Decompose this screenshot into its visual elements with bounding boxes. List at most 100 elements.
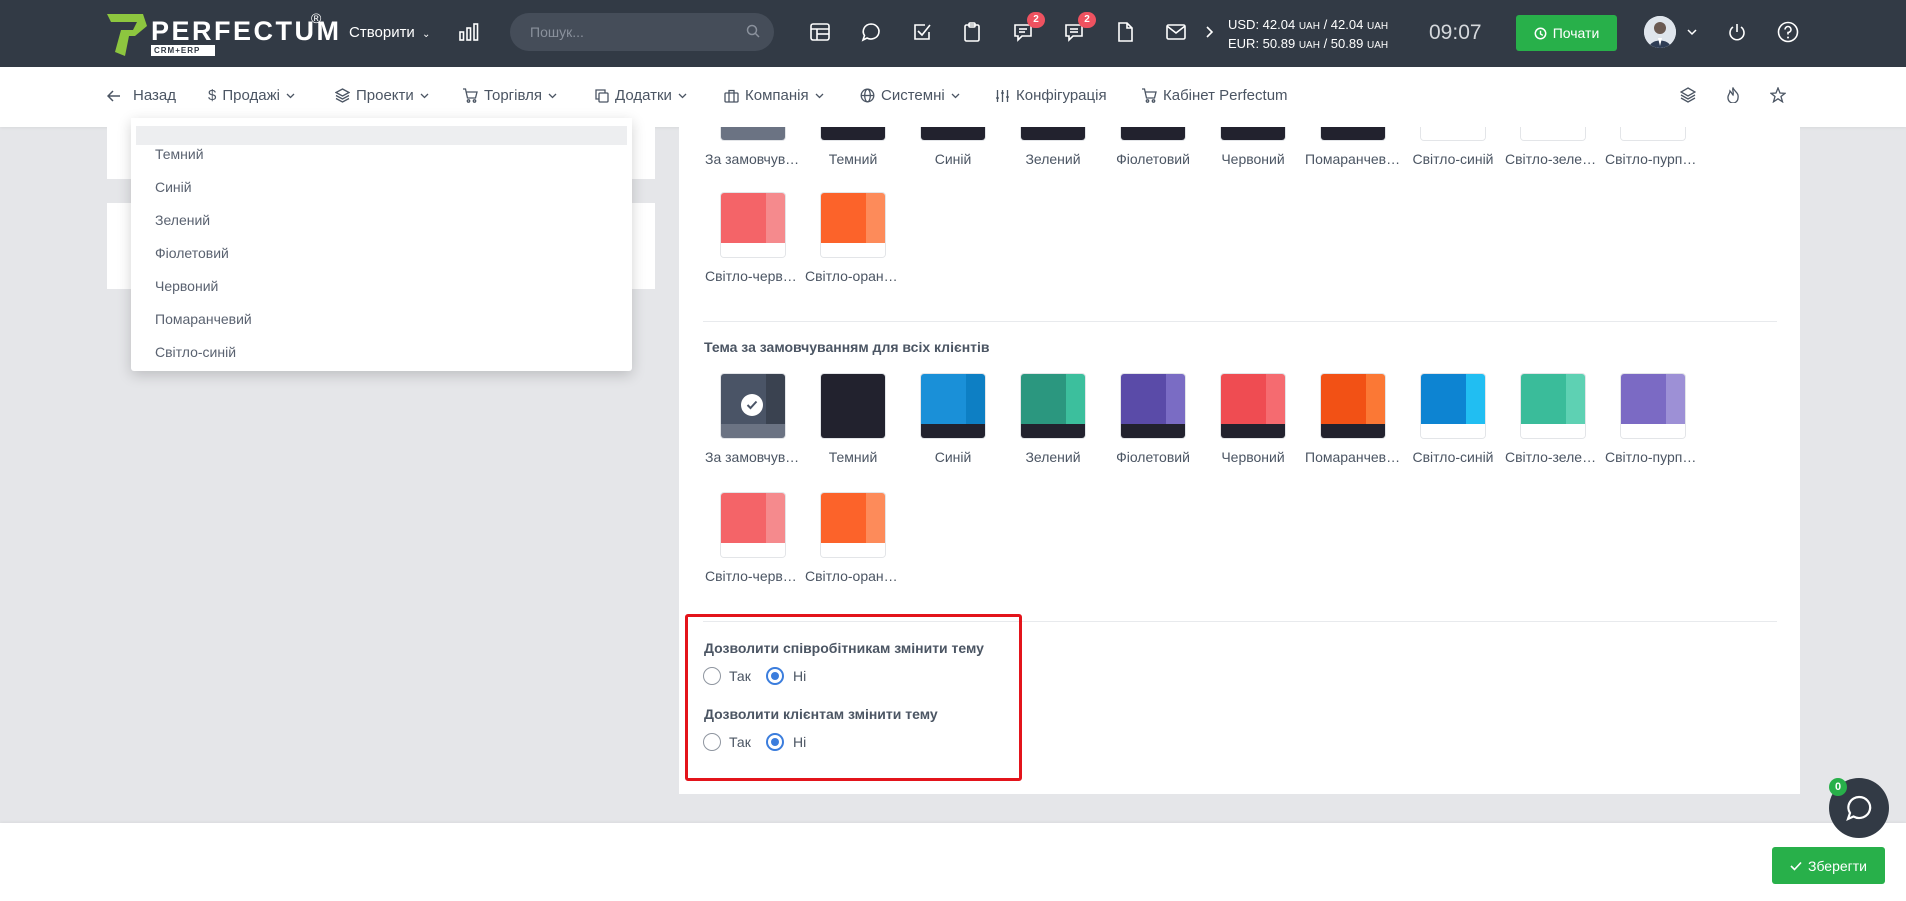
theme-swatch-default[interactable] bbox=[720, 373, 786, 439]
theme-label: За замовчуванням bbox=[705, 449, 801, 465]
nav-back-label: Назад bbox=[133, 87, 176, 104]
theme-label: Світло-оранжевий bbox=[805, 568, 901, 584]
logo-mark-icon bbox=[107, 14, 147, 56]
theme-label: Світло-оранжевий bbox=[805, 268, 901, 284]
nav-sales-label: Продажі bbox=[222, 87, 280, 104]
theme-label: Світло-червоний bbox=[705, 268, 801, 284]
save-button[interactable]: Зберегти bbox=[1772, 847, 1885, 884]
top-bar: PERFECTUM ® CRM+ERP Створити ⌄ Пошук... … bbox=[0, 0, 1906, 67]
nav-projects-label: Проекти bbox=[356, 87, 414, 104]
nav-cabinet[interactable]: Кабінет Perfectum bbox=[1141, 87, 1288, 104]
theme-swatch-light-orange[interactable] bbox=[820, 192, 886, 258]
nav-sales[interactable]: $ Продажі bbox=[208, 87, 295, 104]
theme-label: Світло-червоний bbox=[705, 568, 801, 584]
theme-swatch-light-red[interactable] bbox=[720, 492, 786, 558]
search-icon bbox=[746, 24, 760, 38]
save-label: Зберегти bbox=[1807, 857, 1867, 874]
theme-label: Світло-синій bbox=[1412, 151, 1494, 167]
nav-company-label: Компанія bbox=[745, 87, 809, 104]
messages-badge: 2 bbox=[1078, 12, 1096, 28]
theme-label: Зелений bbox=[1025, 449, 1081, 465]
theme-swatch-blue[interactable] bbox=[920, 373, 986, 439]
chevron-right-icon[interactable] bbox=[1203, 20, 1217, 44]
clipboard-icon[interactable] bbox=[960, 20, 984, 44]
calendar-table-icon[interactable] bbox=[808, 20, 832, 44]
theme-swatch-default[interactable] bbox=[720, 127, 786, 141]
fire-icon[interactable] bbox=[1726, 87, 1740, 103]
theme-swatch-light-blue[interactable] bbox=[1420, 127, 1486, 141]
dropdown-item[interactable]: Помаранчевий bbox=[155, 311, 252, 327]
comments-icon[interactable]: 2 bbox=[1011, 12, 1045, 44]
theme-swatch-violet[interactable] bbox=[1120, 373, 1186, 439]
theme-swatch-light-purple[interactable] bbox=[1620, 373, 1686, 439]
avatar[interactable] bbox=[1644, 16, 1676, 48]
chat-bubble-icon[interactable] bbox=[859, 20, 883, 44]
dropdown-item[interactable]: Світло-синій bbox=[155, 344, 236, 360]
chevron-down-icon[interactable] bbox=[1682, 20, 1702, 44]
nav-trade[interactable]: Торгівля bbox=[462, 87, 557, 104]
help-icon[interactable] bbox=[1776, 20, 1800, 44]
theme-swatch-dark[interactable] bbox=[820, 373, 886, 439]
theme-label: Темний bbox=[828, 449, 878, 465]
logo-registered-mark: ® bbox=[311, 10, 322, 26]
nav-company[interactable]: Компанія bbox=[724, 87, 824, 104]
theme-label: Синій bbox=[934, 449, 972, 465]
theme-swatch-red[interactable] bbox=[1220, 127, 1286, 141]
theme-label: Темний bbox=[828, 151, 878, 167]
theme-label: Фіолетовий bbox=[1116, 449, 1190, 465]
clients-theme-title: Тема за замовчуванням для всіх клієнтів bbox=[704, 339, 990, 355]
dropdown-item[interactable]: Синій bbox=[155, 179, 192, 195]
nav-system[interactable]: Системні bbox=[860, 87, 960, 104]
nav-config[interactable]: Конфігурація bbox=[995, 87, 1107, 104]
perfectum-logo[interactable]: PERFECTUM ® CRM+ERP bbox=[107, 10, 339, 58]
nav-config-label: Конфігурація bbox=[1016, 87, 1107, 104]
dropdown-item[interactable]: Темний bbox=[155, 146, 204, 162]
dropdown-item[interactable]: Фіолетовий bbox=[155, 245, 229, 261]
comments-badge: 2 bbox=[1027, 12, 1045, 28]
create-menu-button[interactable]: Створити ⌄ bbox=[349, 24, 430, 41]
theme-swatch-light-green[interactable] bbox=[1520, 127, 1586, 141]
theme-swatch-orange[interactable] bbox=[1320, 373, 1386, 439]
messages-icon[interactable]: 2 bbox=[1062, 12, 1096, 44]
clock: 09:07 bbox=[1429, 21, 1482, 44]
theme-label: Зелений bbox=[1025, 151, 1081, 167]
search-input[interactable]: Пошук... bbox=[510, 13, 774, 51]
nav-back[interactable]: Назад bbox=[107, 87, 176, 104]
logo-subtitle: CRM+ERP bbox=[151, 45, 215, 56]
theme-label: Червоний bbox=[1221, 151, 1285, 167]
theme-swatch-green[interactable] bbox=[1020, 373, 1086, 439]
document-icon[interactable] bbox=[1113, 20, 1137, 44]
mail-icon[interactable] bbox=[1164, 20, 1188, 44]
star-icon[interactable] bbox=[1770, 87, 1786, 103]
dropdown-item[interactable]: Зелений bbox=[155, 212, 210, 228]
nav-projects[interactable]: Проекти bbox=[335, 87, 429, 104]
dropdown-selected-item[interactable] bbox=[136, 126, 627, 145]
theme-swatch-light-red[interactable] bbox=[720, 192, 786, 258]
theme-select-dropdown[interactable]: Темний Синій Зелений Фіолетовий Червоний Пома… bbox=[131, 118, 632, 371]
theme-swatch-orange[interactable] bbox=[1320, 127, 1386, 141]
theme-swatch-light-green[interactable] bbox=[1520, 373, 1586, 439]
chevron-down-icon bbox=[548, 93, 557, 98]
dropdown-item[interactable]: Червоний bbox=[155, 278, 218, 294]
theme-swatch-blue[interactable] bbox=[920, 127, 986, 141]
nav-addons[interactable]: Додатки bbox=[595, 87, 687, 104]
theme-swatch-red[interactable] bbox=[1220, 373, 1286, 439]
start-timer-button[interactable]: Почати bbox=[1516, 15, 1617, 51]
reports-chart-icon[interactable] bbox=[457, 20, 481, 44]
theme-swatch-green[interactable] bbox=[1020, 127, 1086, 141]
theme-swatch-light-purple[interactable] bbox=[1620, 127, 1686, 141]
theme-label: Світло-зелений bbox=[1505, 151, 1601, 167]
chat-bubble-icon bbox=[1846, 795, 1872, 822]
layers-icon[interactable] bbox=[1680, 87, 1696, 103]
theme-swatch-dark[interactable] bbox=[820, 127, 886, 141]
arrow-left-icon bbox=[107, 89, 120, 102]
chevron-down-icon bbox=[951, 93, 960, 98]
theme-swatch-light-blue[interactable] bbox=[1420, 373, 1486, 439]
theme-label: Фіолетовий bbox=[1116, 151, 1190, 167]
chevron-down-icon bbox=[815, 93, 824, 98]
power-icon[interactable] bbox=[1725, 20, 1749, 44]
theme-label: За замовчуванням bbox=[705, 151, 801, 167]
tasks-checkbox-icon[interactable] bbox=[910, 20, 934, 44]
theme-swatch-violet[interactable] bbox=[1120, 127, 1186, 141]
theme-swatch-light-orange[interactable] bbox=[820, 492, 886, 558]
